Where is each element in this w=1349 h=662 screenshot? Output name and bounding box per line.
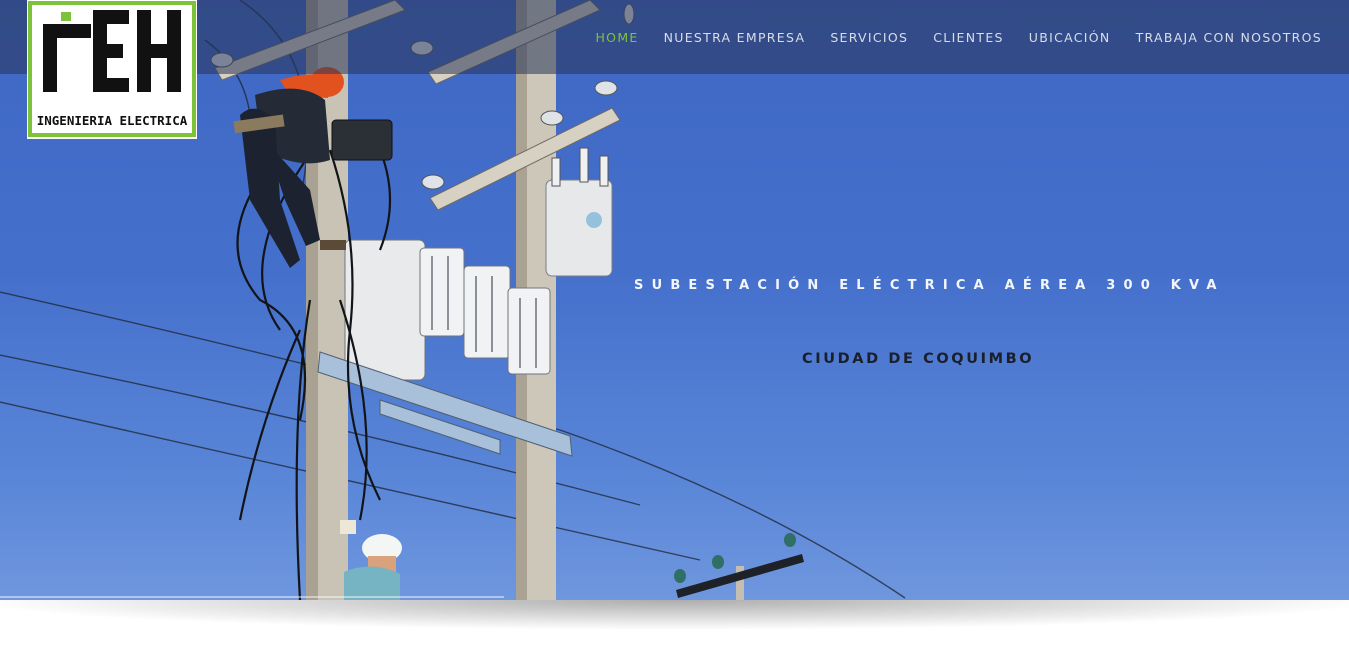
nav-item-servicios[interactable]: SERVICIOS — [830, 30, 908, 46]
slider-bottom-shadow — [0, 600, 1349, 640]
company-logo[interactable]: INGENIERIA ELECTRICA — [27, 0, 197, 139]
hero-subheadline: CIUDAD DE COQUIMBO — [802, 351, 1035, 367]
hero-image — [0, 0, 906, 600]
hero-slider: SUBESTACIÓN ELÉCTRICA AÉREA 300 KVA CIUD… — [0, 0, 1349, 600]
hero-headline: SUBESTACIÓN ELÉCTRICA AÉREA 300 KVA — [634, 278, 1225, 293]
slider-progress-bar — [0, 596, 504, 598]
nav-item-ubicacion[interactable]: UBICACIÓN — [1029, 30, 1111, 46]
nav-item-clientes[interactable]: CLIENTES — [933, 30, 1004, 46]
nav-item-home[interactable]: HOME — [595, 30, 638, 46]
logo-tagline: INGENIERIA ELECTRICA — [37, 113, 188, 128]
main-menu: HOME NUESTRA EMPRESA SERVICIOS CLIENTES … — [570, 30, 1322, 46]
nav-item-trabaja-con-nosotros[interactable]: TRABAJA CON NOSOTROS — [1136, 30, 1322, 46]
nav-item-nuestra-empresa[interactable]: NUESTRA EMPRESA — [664, 30, 806, 46]
